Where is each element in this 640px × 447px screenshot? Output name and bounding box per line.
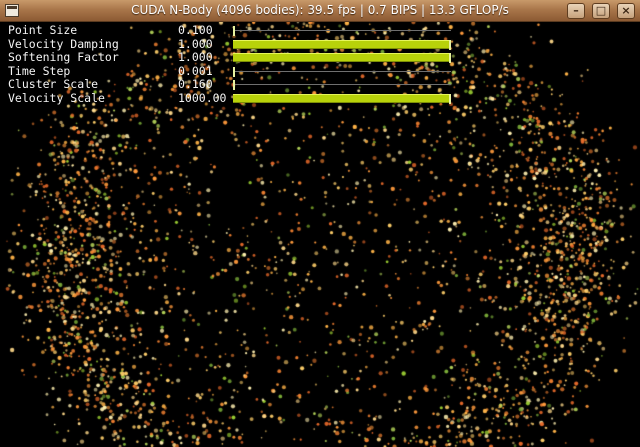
param-value: 1000.00 bbox=[178, 90, 227, 105]
param-slider[interactable] bbox=[233, 93, 451, 104]
param-slider[interactable] bbox=[233, 39, 451, 50]
param-slider[interactable] bbox=[233, 26, 451, 36]
param-value: 1.000 bbox=[178, 50, 213, 64]
param-label: Velocity Scale bbox=[8, 90, 105, 105]
minimize-button[interactable]: – bbox=[567, 3, 585, 19]
param-slider[interactable] bbox=[233, 53, 451, 63]
param-slider[interactable] bbox=[233, 80, 451, 90]
param-label: Point Size bbox=[8, 23, 78, 37]
param-label: Time Step bbox=[8, 63, 71, 78]
slider-knob[interactable] bbox=[233, 66, 235, 77]
param-label: Velocity Damping bbox=[8, 36, 119, 51]
param-label: Softening Factor bbox=[8, 50, 119, 64]
slider-knob[interactable] bbox=[449, 39, 451, 50]
param-value: 0.100 bbox=[178, 23, 213, 37]
window-title: CUDA N-Body (4096 bodies): 39.5 fps | 0.… bbox=[131, 3, 509, 17]
title-bar[interactable]: CUDA N-Body (4096 bodies): 39.5 fps | 0.… bbox=[0, 0, 640, 22]
minimize-icon: – bbox=[573, 4, 579, 17]
slider-knob[interactable] bbox=[233, 80, 235, 90]
close-icon: × bbox=[621, 4, 631, 17]
nbody-window: CUDA N-Body (4096 bodies): 39.5 fps | 0.… bbox=[0, 0, 640, 447]
slider-knob[interactable] bbox=[233, 26, 235, 36]
param-label: Cluster Scale bbox=[8, 77, 99, 91]
simulation-canvas[interactable]: Point Size 0.100 Velocity Damping 1.000 … bbox=[0, 22, 640, 447]
maximize-icon: □ bbox=[595, 4, 607, 17]
param-value: 0.001 bbox=[178, 63, 213, 78]
slider-knob[interactable] bbox=[449, 53, 451, 63]
param-value: 0.160 bbox=[178, 77, 213, 91]
param-slider[interactable] bbox=[233, 66, 451, 77]
close-button[interactable]: × bbox=[617, 3, 635, 19]
slider-knob[interactable] bbox=[449, 93, 451, 104]
maximize-button[interactable]: □ bbox=[592, 3, 610, 19]
param-value: 1.000 bbox=[178, 36, 213, 51]
